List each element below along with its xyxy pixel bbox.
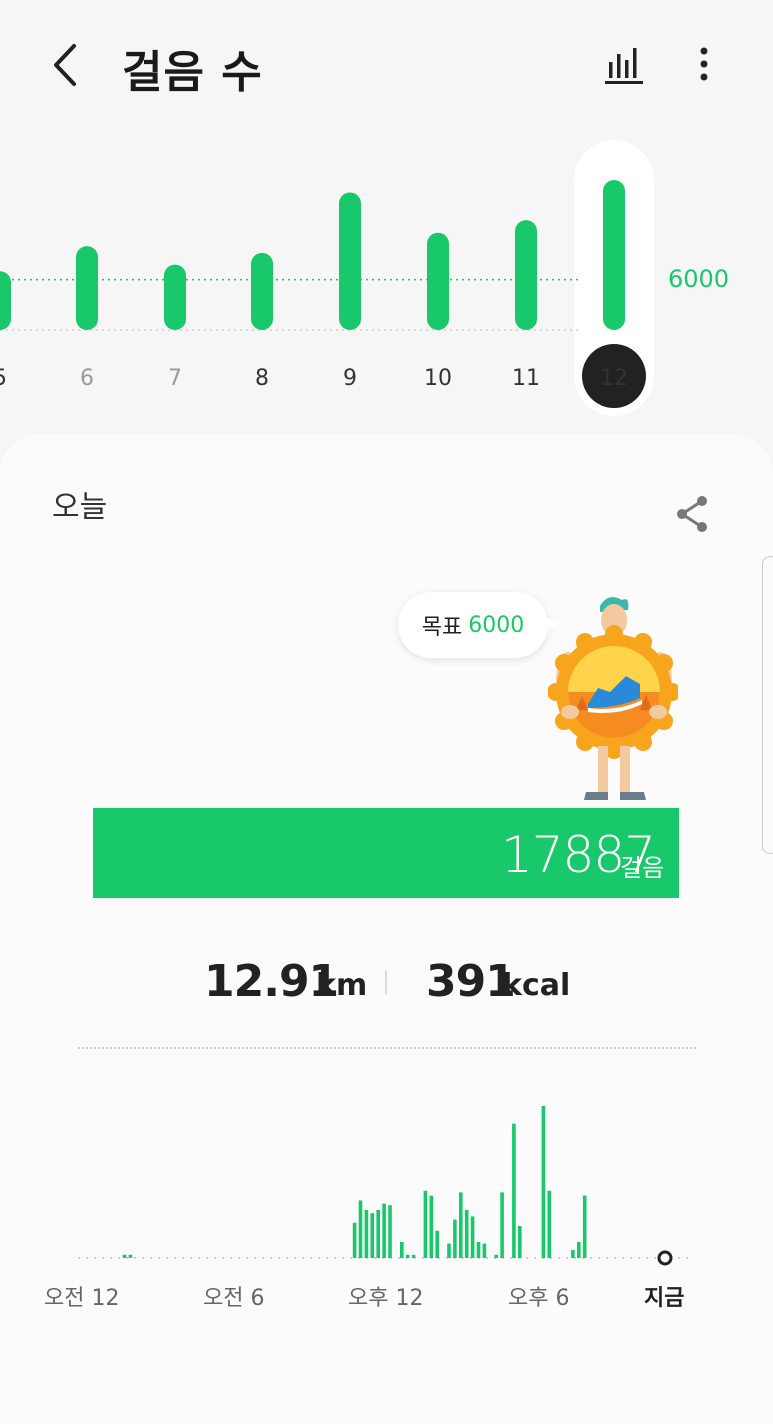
hourly-bar <box>577 1242 581 1258</box>
hourly-bar <box>470 1216 475 1258</box>
hourly-bar <box>128 1254 133 1258</box>
more-vertical-icon <box>700 47 708 81</box>
bar-chart-icon <box>605 48 643 84</box>
hourly-bar <box>447 1243 451 1258</box>
hourly-bar <box>494 1254 498 1258</box>
back-button[interactable] <box>44 40 88 90</box>
hourly-bar <box>364 1210 369 1258</box>
hourly-bar <box>459 1192 463 1258</box>
hour-label-am6: 오전 6 <box>203 1286 265 1311</box>
hour-label-pm12: 오후 12 <box>348 1286 424 1311</box>
steps-unit: 걸음 <box>620 854 665 882</box>
hourly-bar <box>388 1205 392 1258</box>
hourly-bar <box>400 1242 404 1258</box>
hourly-bar <box>500 1192 504 1258</box>
hourly-steps-chart <box>78 1106 690 1266</box>
daily-bar-5[interactable] <box>0 271 11 330</box>
daily-bar-9[interactable] <box>339 192 361 330</box>
hourly-bar <box>476 1242 481 1258</box>
hourly-bar <box>482 1243 487 1258</box>
chevron-left-icon <box>54 44 76 86</box>
dotted-separator <box>78 1047 696 1049</box>
hourly-bar <box>122 1254 127 1258</box>
day-label-11[interactable]: 11 <box>512 366 540 391</box>
daily-bar-11[interactable] <box>515 220 537 330</box>
hour-label-am12: 오전 12 <box>44 1286 120 1311</box>
goal-bubble: 목표 6000 <box>398 592 558 658</box>
hourly-bar <box>435 1230 439 1258</box>
daily-steps-chart: 5 6 7 8 9 10 11 12 <box>0 140 654 416</box>
day-label-6[interactable]: 6 <box>80 366 94 391</box>
day-label-8[interactable]: 8 <box>255 366 269 391</box>
distance-unit: km <box>316 968 368 1003</box>
hourly-bar <box>429 1195 434 1258</box>
hourly-bar <box>512 1123 516 1258</box>
hourly-bar <box>411 1254 416 1258</box>
daily-bar-10[interactable] <box>427 232 449 330</box>
hourly-bar <box>423 1190 428 1258</box>
hourly-bar <box>382 1203 386 1258</box>
day-label-5[interactable]: 5 <box>0 366 7 391</box>
today-label: 오늘 <box>52 490 108 525</box>
hourly-bar <box>571 1250 575 1258</box>
daily-bar-12[interactable] <box>603 180 625 330</box>
share-button[interactable] <box>672 492 712 536</box>
hourly-bar <box>541 1106 546 1258</box>
more-options-button[interactable] <box>690 44 718 86</box>
hourly-bar <box>376 1210 380 1258</box>
hourly-bar <box>547 1190 552 1258</box>
hourly-bar <box>582 1195 587 1258</box>
daily-bar-8[interactable] <box>251 252 273 330</box>
daily-bar-6[interactable] <box>76 246 98 330</box>
hour-label-pm6: 오후 6 <box>508 1286 570 1311</box>
statistics-button[interactable] <box>603 44 647 86</box>
hourly-bar <box>518 1226 522 1258</box>
day-label-7[interactable]: 7 <box>168 366 182 391</box>
hourly-bar <box>370 1213 375 1258</box>
calorie-unit: kcal <box>502 968 571 1003</box>
hourly-bar <box>405 1254 410 1258</box>
mascot-badge-illustration <box>548 597 678 800</box>
daily-bar-7[interactable] <box>164 264 186 330</box>
goal-label: 목표 <box>421 615 463 640</box>
day-label-12[interactable]: 12 <box>600 366 628 391</box>
goal-line-label: 6000 <box>668 265 730 293</box>
metric-divider <box>385 970 387 994</box>
hourly-bar <box>358 1200 363 1258</box>
share-icon <box>677 496 707 532</box>
now-marker <box>657 1250 673 1266</box>
scroll-handle[interactable] <box>762 556 773 854</box>
hourly-bar <box>352 1222 357 1258</box>
hour-label-now: 지금 <box>644 1286 685 1311</box>
hourly-bar <box>453 1219 457 1258</box>
goal-value: 6000 <box>468 612 525 638</box>
hourly-bar <box>464 1210 469 1258</box>
day-label-9[interactable]: 9 <box>343 366 357 391</box>
day-label-10[interactable]: 10 <box>424 366 452 391</box>
page-title: 걸음 수 <box>122 47 263 98</box>
